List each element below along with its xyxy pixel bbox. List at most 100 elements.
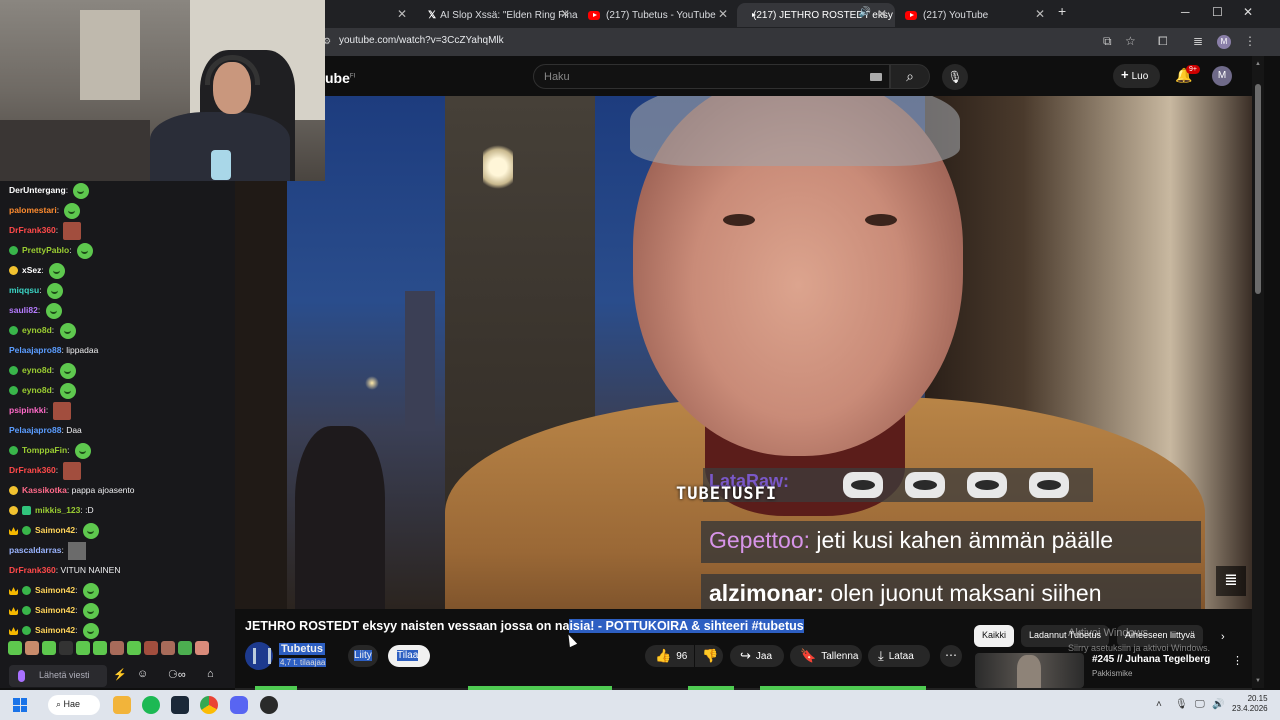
user-badge-icon[interactable]: [9, 366, 18, 376]
chat-username[interactable]: Pelaajapro88: [9, 425, 61, 435]
user-badge-icon[interactable]: [9, 486, 18, 496]
profile-avatar[interactable]: M: [1217, 35, 1231, 49]
create-button[interactable]: + Luo: [1113, 64, 1160, 88]
file-explorer-icon[interactable]: [113, 696, 131, 714]
more-actions-button[interactable]: ⋯: [940, 645, 962, 667]
related-video-title[interactable]: #245 // Juhana Tegelberg: [1092, 654, 1210, 665]
user-badge-icon[interactable]: [9, 386, 18, 396]
chat-username[interactable]: palomestari: [9, 205, 57, 215]
taskbar-clock[interactable]: 20.15 23.4.2026: [1232, 694, 1268, 714]
chat-emote-icon[interactable]: [59, 382, 76, 399]
share-button[interactable]: ↪ Jaa: [730, 645, 784, 667]
user-badge-icon[interactable]: [22, 586, 31, 596]
emote[interactable]: [76, 641, 90, 655]
chat-emote-icon[interactable]: [49, 262, 66, 279]
emote[interactable]: [110, 641, 124, 655]
video-player[interactable]: LataRaw: TUBETUSFI Gepettoo: jeti kusi k…: [235, 96, 1252, 609]
browser-menu-icon[interactable]: ⋮: [1244, 34, 1256, 48]
emote[interactable]: [161, 641, 175, 655]
obs-icon[interactable]: [260, 696, 278, 714]
chat-username[interactable]: pascaldarras: [9, 545, 61, 555]
user-badge-icon[interactable]: [9, 446, 18, 456]
download-button[interactable]: ⤓ Lataa: [868, 645, 930, 667]
join-button[interactable]: Liity: [348, 645, 378, 667]
subscribe-button[interactable]: Tilaa: [388, 645, 430, 667]
close-tab-icon[interactable]: ✕: [560, 7, 570, 21]
channel-points-icon[interactable]: ⚆∞: [168, 668, 186, 681]
minimize-button[interactable]: ─: [1181, 5, 1190, 19]
reading-list-icon[interactable]: ≣: [1193, 34, 1203, 48]
close-tab-icon[interactable]: ✕: [718, 7, 728, 21]
chat-commands-icon[interactable]: ⚡: [113, 668, 127, 681]
emote[interactable]: [8, 641, 22, 655]
user-badge-icon[interactable]: [9, 506, 18, 516]
youtube-logo[interactable]: ubeFI: [325, 70, 355, 86]
tray-mic-icon[interactable]: 🎙: [1175, 699, 1188, 710]
emote[interactable]: [178, 641, 192, 655]
scrollbar-thumb[interactable]: [1255, 84, 1261, 294]
voice-search-button[interactable]: 🎙: [942, 64, 968, 90]
install-app-icon[interactable]: ⧉: [1103, 34, 1112, 49]
chat-emote-icon[interactable]: [68, 541, 87, 560]
chat-emote-icon[interactable]: [62, 461, 81, 480]
emote[interactable]: [195, 641, 209, 655]
tray-volume-icon[interactable]: 🔊: [1212, 699, 1224, 710]
tab-x-post[interactable]: 𝕏 AI Slop Xssä: "Elden Ring Final ✕: [418, 3, 578, 27]
scroll-up-arrow-icon[interactable]: ▲: [1255, 61, 1261, 67]
user-badge-icon[interactable]: [22, 626, 31, 636]
taskbar-search[interactable]: ⌕ Hae: [48, 695, 100, 715]
chat-username[interactable]: Saimon42: [35, 585, 75, 595]
chat-emote-icon[interactable]: [74, 442, 91, 459]
chat-mic-icon[interactable]: [18, 670, 25, 682]
steam-icon[interactable]: [171, 696, 189, 714]
chat-emote-icon[interactable]: [76, 242, 93, 259]
chat-username[interactable]: eyno8d: [22, 385, 52, 395]
user-badge-icon[interactable]: [9, 326, 18, 336]
channel-name[interactable]: Tubetus: [279, 643, 325, 655]
chat-emote-icon[interactable]: [82, 622, 99, 639]
chat-username[interactable]: DrFrank360: [9, 565, 56, 575]
chat-emote-icon[interactable]: [59, 362, 76, 379]
discord-icon[interactable]: [230, 696, 248, 714]
chat-username[interactable]: miqqsu: [9, 285, 39, 295]
chat-username[interactable]: eyno8d: [22, 365, 52, 375]
chat-username[interactable]: Kassikotka: [22, 485, 67, 495]
chat-emote-icon[interactable]: [82, 602, 99, 619]
user-badge-icon[interactable]: [22, 506, 31, 516]
user-badge-icon[interactable]: [9, 627, 18, 636]
chat-emote-icon[interactable]: [82, 582, 99, 599]
new-tab-button[interactable]: +: [1058, 3, 1066, 19]
chat-emote-icon[interactable]: [73, 182, 90, 199]
chat-username[interactable]: Saimon42: [35, 525, 75, 535]
like-button[interactable]: 👍 96: [645, 645, 694, 667]
emote[interactable]: [144, 641, 158, 655]
tab-hidden[interactable]: ✕: [325, 3, 415, 27]
tab-jethro-video[interactable]: (217) JETHRO ROSTEDT eksy 🔊 ✕: [737, 3, 895, 27]
user-badge-icon[interactable]: [22, 606, 31, 616]
tab-youtube-home[interactable]: (217) YouTube ✕: [895, 3, 1053, 27]
chat-emote-icon[interactable]: [46, 282, 63, 299]
close-tab-icon[interactable]: ✕: [1035, 7, 1045, 21]
emote[interactable]: [59, 641, 73, 655]
windows-start-icon[interactable]: [13, 698, 27, 712]
close-window-button[interactable]: ✕: [1243, 5, 1253, 19]
chat-input[interactable]: Lähetä viesti: [9, 665, 107, 687]
keyboard-icon[interactable]: [870, 73, 882, 81]
speaker-icon[interactable]: 🔊: [859, 7, 871, 18]
search-input[interactable]: Haku: [533, 64, 890, 89]
chat-username[interactable]: xSez: [22, 265, 41, 275]
emote[interactable]: [42, 641, 56, 655]
chat-username[interactable]: Saimon42: [35, 625, 75, 635]
emote[interactable]: [25, 641, 39, 655]
emote[interactable]: [127, 641, 141, 655]
user-badge-icon[interactable]: [9, 527, 18, 536]
chat-username[interactable]: PrettyPablo: [22, 245, 69, 255]
user-badge-icon[interactable]: [9, 266, 18, 276]
chat-username[interactable]: DrFrank360: [9, 465, 56, 475]
chat-emote-icon[interactable]: [64, 202, 81, 219]
user-badge-icon[interactable]: [9, 607, 18, 616]
chat-username[interactable]: mikkis_123: [35, 505, 80, 515]
bookmark-star-icon[interactable]: ☆: [1125, 34, 1136, 48]
related-more-icon[interactable]: ⋮: [1232, 654, 1243, 667]
chat-username[interactable]: TomppaFin: [22, 445, 67, 455]
